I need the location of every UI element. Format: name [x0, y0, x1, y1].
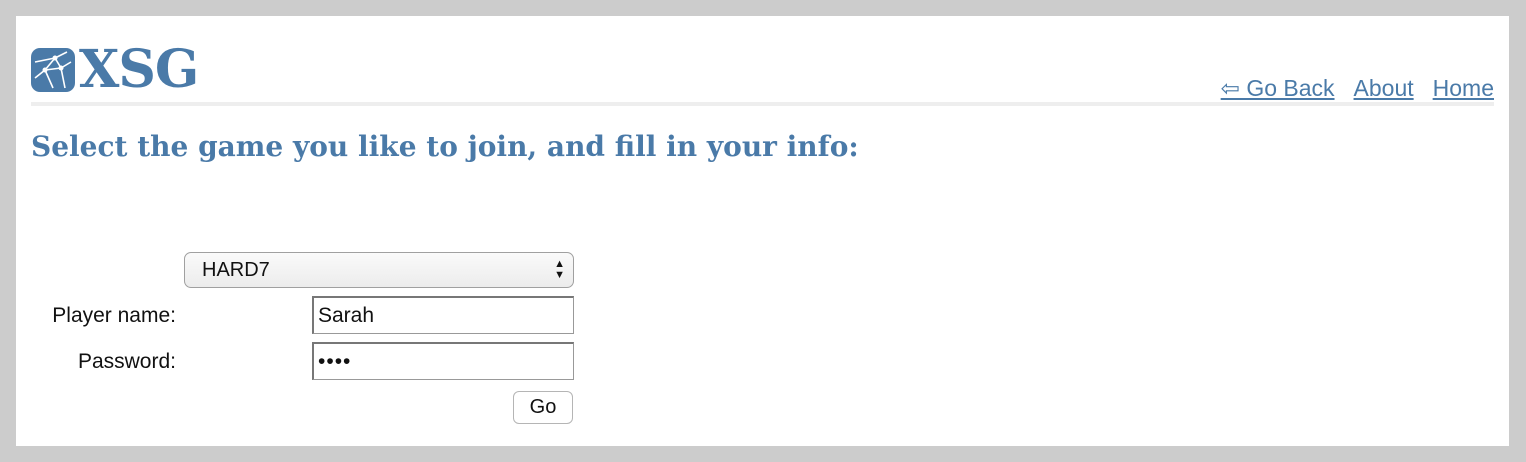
home-link[interactable]: Home — [1433, 75, 1494, 102]
header-divider — [31, 102, 1494, 106]
go-back-link[interactable]: ⇦ Go Back — [1221, 75, 1335, 102]
logo-text: XSG — [79, 39, 199, 100]
logo[interactable]: XSG — [31, 39, 199, 100]
game-select[interactable]: HARD7 ▲ ▼ — [184, 252, 574, 288]
password-input[interactable] — [312, 342, 574, 380]
player-name-label: Player name: — [52, 304, 176, 327]
select-arrows-icon: ▲ ▼ — [554, 258, 565, 281]
page-frame: XSG ⇦ Go Back About Home Select the game… — [16, 16, 1509, 446]
page-title: Select the game you like to join, and fi… — [31, 130, 859, 163]
password-label: Password: — [77, 350, 176, 373]
about-link[interactable]: About — [1354, 75, 1414, 102]
globe-icon — [31, 48, 75, 92]
top-nav: ⇦ Go Back About Home — [1221, 75, 1494, 102]
go-button[interactable]: Go — [513, 391, 573, 424]
player-name-input[interactable] — [312, 296, 574, 334]
game-select-value: HARD7 — [202, 258, 270, 281]
